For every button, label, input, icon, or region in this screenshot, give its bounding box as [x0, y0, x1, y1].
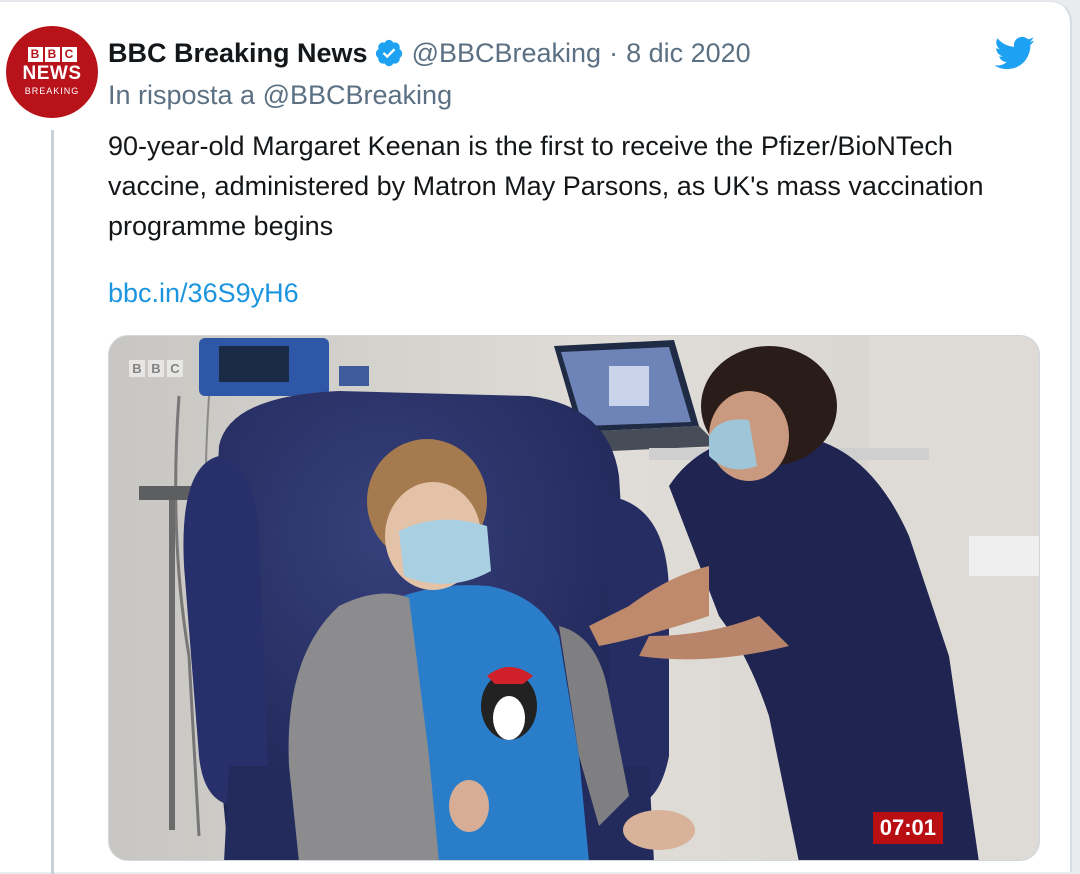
avatar[interactable]: B B C NEWS BREAKING	[6, 26, 98, 118]
reply-prefix: In risposta a	[108, 80, 256, 110]
bbc-block: B	[44, 47, 60, 62]
bbc-logo-blocks: B B C	[27, 47, 77, 62]
tweet-card[interactable]: B B C NEWS BREAKING BBC Breaking News @B…	[0, 0, 1072, 874]
display-name[interactable]: BBC Breaking News	[108, 38, 368, 69]
tweet-header: BBC Breaking News @BBCBreaking · 8 dic 2…	[108, 34, 751, 72]
twitter-bird-icon[interactable]	[990, 32, 1038, 74]
verified-badge-icon	[375, 39, 402, 67]
bbc-watermark: B B C	[129, 360, 183, 377]
watermark-block: C	[167, 360, 183, 377]
watermark-block: B	[148, 360, 164, 377]
separator-dot: ·	[609, 37, 619, 68]
watermark-block: B	[129, 360, 145, 377]
reply-context: In risposta a @BBCBreaking	[108, 80, 452, 111]
reply-mention-link[interactable]: @BBCBreaking	[263, 80, 453, 110]
tweet-video[interactable]: B B C 07:01	[108, 335, 1040, 861]
avatar-news-text: NEWS	[22, 63, 82, 84]
avatar-breaking-text: BREAKING	[24, 86, 80, 96]
user-handle[interactable]: @BBCBreaking	[412, 38, 602, 69]
thread-line	[51, 130, 54, 874]
bbc-block: C	[61, 47, 77, 62]
tweet-text: 90-year-old Margaret Keenan is the first…	[108, 131, 984, 241]
video-duration-badge: 07:01	[872, 812, 943, 844]
tweet-link[interactable]: bbc.in/36S9yH6	[108, 278, 299, 309]
video-thumbnail	[109, 336, 1039, 860]
bbc-block: B	[27, 47, 43, 62]
tweet-date[interactable]: 8 dic 2020	[626, 38, 751, 69]
